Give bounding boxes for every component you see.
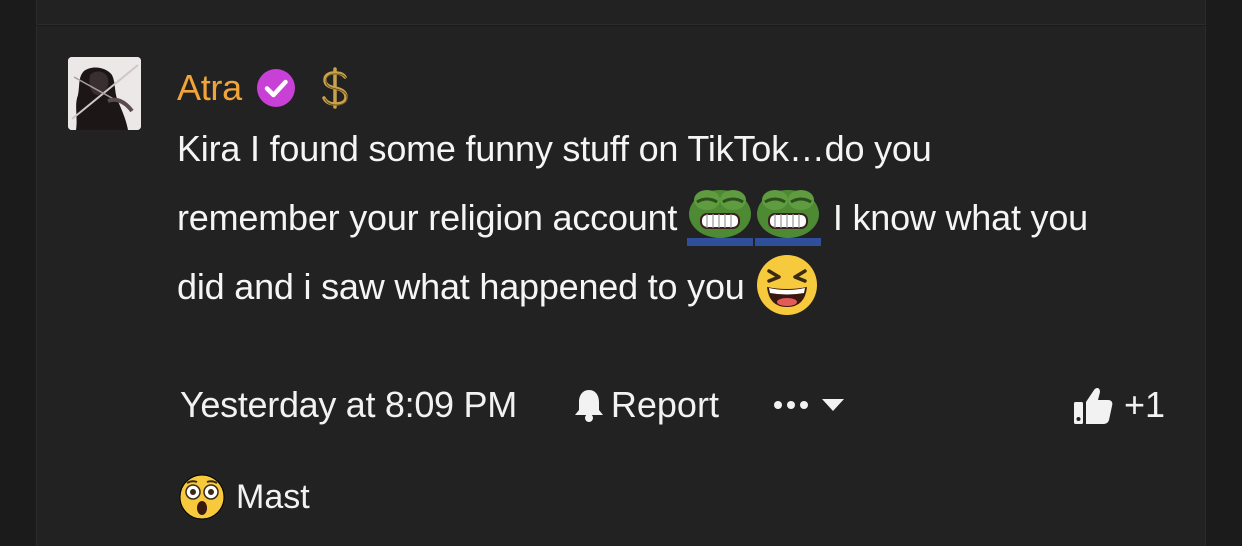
author-name[interactable]: Atra	[177, 67, 242, 109]
ellipsis-icon	[773, 401, 808, 409]
comment-message: Kira I found some funny stuff on TikTok……	[177, 114, 1187, 321]
caret-down-icon	[821, 399, 844, 411]
pepe-grin-emoji	[755, 190, 822, 247]
thumbs-up-icon	[1074, 387, 1113, 424]
report-label: Report	[610, 384, 719, 425]
astonished-face-emoji	[179, 474, 225, 520]
reaction-user-name: Mast	[236, 477, 310, 516]
previous-post-frame	[36, 0, 1206, 25]
avatar[interactable]	[68, 57, 141, 130]
like-button[interactable]: +1	[1072, 378, 1165, 432]
author-row: Atra	[177, 62, 352, 114]
verified-check-icon	[256, 69, 295, 107]
grinning-squinting-face-emoji	[756, 255, 817, 316]
message-line-3: did and i saw what happened to you	[177, 266, 745, 307]
message-line-1: Kira I found some funny stuff on TikTok……	[177, 128, 932, 169]
bell-icon	[574, 390, 603, 422]
comment-meta-row: Yesterday at 8:09 PM Report	[180, 378, 845, 432]
message-line-2b: I know what you	[832, 197, 1088, 238]
avatar-image	[68, 57, 141, 130]
message-line-2a: remember your religion account	[177, 197, 678, 238]
reaction-summary[interactable]: Mast	[178, 470, 310, 524]
dollar-sign-icon	[322, 67, 348, 109]
more-options-button[interactable]	[773, 397, 845, 413]
like-count: +1	[1124, 384, 1166, 425]
report-button[interactable]: Report	[573, 384, 719, 426]
pepe-grin-emoji	[687, 190, 754, 247]
timestamp[interactable]: Yesterday at 8:09 PM	[180, 384, 517, 426]
